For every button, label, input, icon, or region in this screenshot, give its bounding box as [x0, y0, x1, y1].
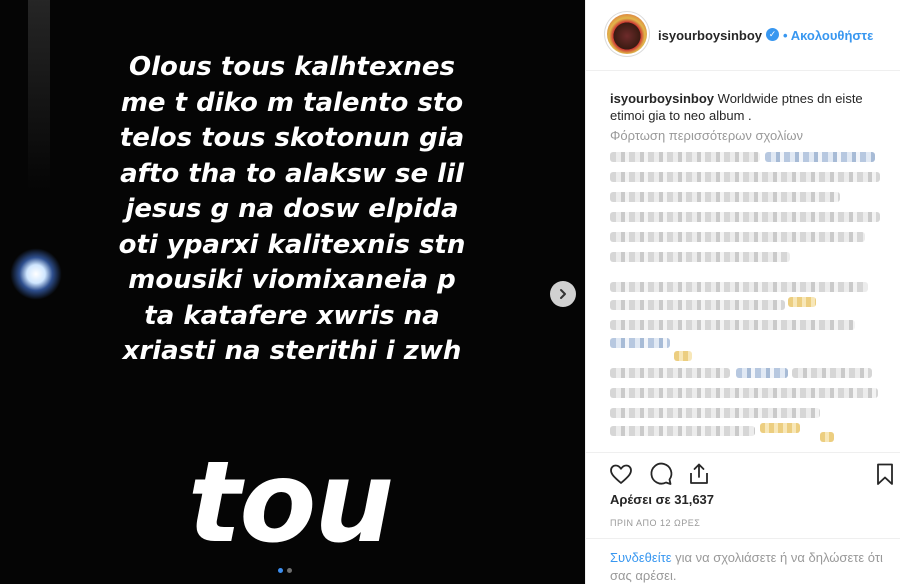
caption-username[interactable]: isyourboysinboy	[610, 91, 714, 106]
instagram-post-modal: Olous tous kalhtexnes me t diko m talent…	[0, 0, 900, 584]
comments-list-blurred	[610, 150, 885, 450]
load-more-comments-link[interactable]: Φόρτωση περισσότερων σχολίων	[610, 128, 803, 143]
story-line: telos tous skotonun gia	[119, 123, 465, 153]
blurred-comment-line	[610, 300, 785, 310]
username-link[interactable]: isyourboysinboy	[658, 28, 762, 43]
blurred-emoji	[674, 351, 692, 361]
bookmark-icon[interactable]	[872, 461, 898, 487]
background-lamp-glow	[10, 248, 62, 300]
blurred-comment-line	[792, 368, 872, 378]
next-image-button[interactable]	[550, 281, 576, 307]
story-line: Olous tous kalhtexnes	[129, 52, 455, 82]
blurred-emoji	[820, 432, 834, 442]
blurred-comment-line	[610, 152, 760, 162]
blurred-comment-line	[765, 152, 875, 162]
blurred-comment-line	[610, 192, 840, 202]
blurred-comment-line	[736, 368, 788, 378]
post-caption: isyourboysinboy Worldwide ptnes dn eiste…	[610, 90, 888, 124]
blurred-emoji	[788, 297, 816, 307]
login-link[interactable]: Συνδεθείτε	[610, 550, 672, 565]
story-line: mousiki viomixaneia p	[128, 265, 456, 295]
blurred-comment-line	[610, 232, 865, 242]
story-line: me t diko m talento sto	[120, 87, 464, 118]
blurred-comment-line	[610, 388, 878, 398]
avatar[interactable]	[607, 14, 647, 54]
blurred-comment-line	[610, 212, 880, 222]
blurred-comment-line	[610, 282, 868, 292]
story-line: jesus g na dosw elpida	[125, 194, 459, 224]
chevron-right-icon	[560, 289, 566, 299]
blurred-emoji	[760, 423, 800, 433]
follow-button[interactable]: • Ακολουθήστε	[783, 28, 873, 43]
story-line: afto tha to alaksw se lil	[120, 158, 464, 189]
blurred-comment-line	[610, 252, 790, 262]
story-line: xriasti na sterithi i zwh	[122, 336, 462, 366]
carousel-dot	[287, 568, 292, 573]
likes-count[interactable]: Αρέσει σε 31,637	[610, 492, 714, 507]
story-line: oti yparxi kalitexnis stn	[118, 229, 466, 260]
login-prompt-text: Συνδεθείτε για να σχολιάσετε ή να δηλώσε…	[610, 549, 885, 585]
story-text: Olous tous kalhtexnes me t diko m talent…	[92, 50, 492, 370]
story-line: ta katafere xwris na	[144, 300, 440, 331]
post-image[interactable]: Olous tous kalhtexnes me t diko m talent…	[0, 0, 585, 584]
post-timestamp[interactable]: ΠΡΙΝ ΑΠΟ 12 ΩΡΕΣ	[610, 518, 700, 528]
blurred-comment-line	[610, 408, 820, 418]
comment-icon[interactable]	[648, 461, 674, 487]
heart-icon[interactable]	[608, 461, 634, 487]
carousel-indicator	[278, 568, 292, 573]
story-big-text: tou	[187, 438, 394, 568]
separator-dot: •	[783, 28, 788, 43]
blurred-comment-line	[610, 172, 880, 182]
post-header: isyourboysinboy ✓ • Ακολουθήστε	[586, 0, 900, 71]
background-light-streak	[28, 0, 50, 190]
verified-badge-icon: ✓	[766, 28, 779, 41]
share-icon[interactable]	[686, 461, 712, 487]
post-actions	[586, 452, 900, 493]
blurred-comment-line	[610, 338, 670, 348]
login-prompt: Συνδεθείτε για να σχολιάσετε ή να δηλώσε…	[586, 538, 900, 585]
blurred-comment-line	[610, 426, 755, 436]
blurred-comment-line	[610, 368, 730, 378]
post-sidebar: isyourboysinboy ✓ • Ακολουθήστε isyourbo…	[585, 0, 900, 584]
follow-label: Ακολουθήστε	[790, 28, 874, 43]
carousel-dot-active	[278, 568, 283, 573]
blurred-comment-line	[610, 320, 855, 330]
